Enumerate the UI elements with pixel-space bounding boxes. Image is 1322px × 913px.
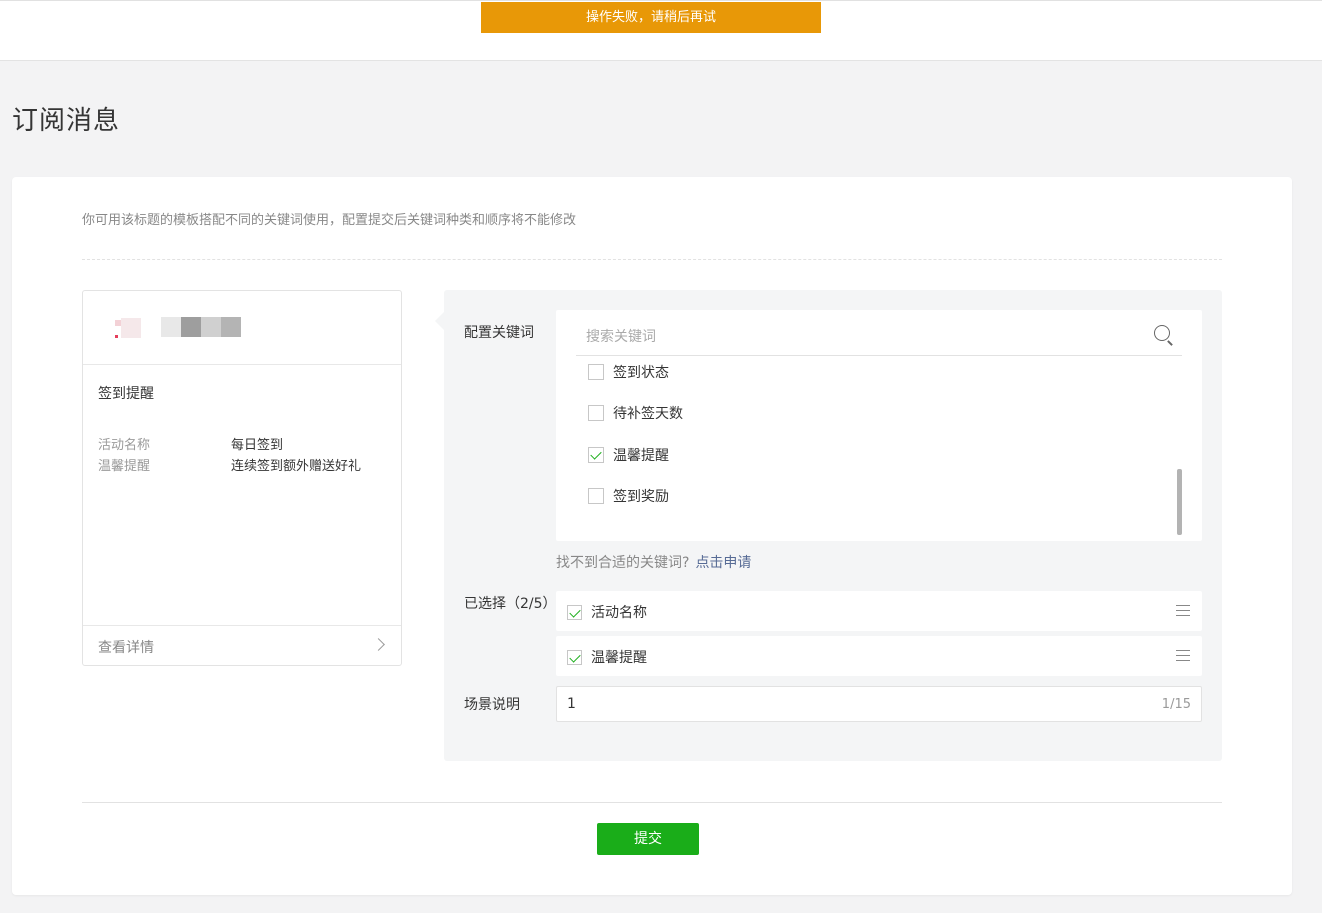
keyword-option-label: 签到奖励 — [613, 489, 669, 505]
panel-pointer — [435, 312, 444, 330]
view-details-label: 查看详情 — [98, 640, 154, 656]
scene-label: 场景说明 — [464, 697, 520, 713]
keyword-scrollbar[interactable] — [1177, 469, 1182, 535]
selected-checkbox[interactable] — [567, 604, 582, 620]
app-name-blurred — [161, 317, 241, 337]
search-icon[interactable] — [1154, 325, 1170, 341]
app-logo — [115, 316, 145, 340]
selected-keyword[interactable]: 活动名称 — [556, 591, 1202, 631]
preview-row: 活动名称 每日签到 — [98, 434, 283, 453]
main-card: 你可用该标题的模板搭配不同的关键词使用，配置提交后关键词种类和顺序将不能修改 签… — [12, 177, 1292, 895]
selected-keyword[interactable]: 温馨提醒 — [556, 636, 1202, 676]
keyword-option-label: 温馨提醒 — [613, 448, 669, 464]
scene-input-value: 1 — [567, 696, 576, 712]
drag-handle-icon[interactable] — [1176, 605, 1190, 616]
preview-header — [83, 291, 401, 365]
scene-char-count: 1/15 — [1161, 697, 1191, 712]
keyword-option-label: 签到状态 — [613, 365, 669, 381]
search-input[interactable]: 搜索关键词 — [586, 326, 656, 346]
keyword-apply-hint: 找不到合适的关键词? 点击申请 — [556, 552, 751, 572]
submit-button[interactable]: 提交 — [597, 823, 699, 855]
scene-input[interactable]: 1 1/15 — [556, 686, 1202, 722]
keyword-option[interactable]: 签到奖励 — [588, 486, 669, 506]
keyword-option[interactable]: 签到状态 — [588, 362, 669, 382]
view-details-link[interactable]: 查看详情 — [83, 625, 401, 665]
keyword-checkbox[interactable] — [588, 488, 604, 504]
keyword-search[interactable]: 搜索关键词 — [576, 310, 1182, 356]
keyword-picker: 搜索关键词 签到状态 待补签天数 温馨提醒 签到奖励 — [556, 310, 1202, 541]
keyword-option[interactable]: 温馨提醒 — [588, 445, 669, 465]
divider — [82, 802, 1222, 803]
page-title: 订阅消息 — [12, 106, 121, 136]
keyword-checkbox[interactable] — [588, 447, 604, 463]
selected-keyword-label: 活动名称 — [591, 605, 647, 621]
preview-title: 签到提醒 — [98, 386, 154, 402]
keyword-checkbox[interactable] — [588, 405, 604, 421]
config-panel: 配置关键词 搜索关键词 签到状态 待补签天数 温馨提醒 签到奖励 找不到合适的关… — [435, 290, 1222, 761]
selected-label: 已选择（2/5） — [464, 596, 557, 612]
top-bar: 操作失败，请稍后再试 — [0, 0, 1322, 61]
preview-row-key: 活动名称 — [98, 438, 151, 453]
chevron-right-icon — [372, 638, 385, 651]
keywords-label: 配置关键词 — [464, 325, 534, 341]
preview-row-key: 温馨提醒 — [98, 459, 151, 474]
preview-row-value: 每日签到 — [231, 438, 284, 453]
drag-handle-icon[interactable] — [1176, 650, 1190, 661]
divider — [82, 259, 1222, 260]
hint-text: 找不到合适的关键词? — [556, 555, 690, 571]
keyword-checkbox[interactable] — [588, 364, 604, 380]
config-tip: 你可用该标题的模板搭配不同的关键词使用，配置提交后关键词种类和顺序将不能修改 — [82, 213, 577, 228]
message-preview: 签到提醒 活动名称 每日签到 温馨提醒 连续签到额外赠送好礼 查看详情 — [82, 290, 402, 666]
keyword-option[interactable]: 待补签天数 — [588, 403, 683, 423]
preview-row: 温馨提醒 连续签到额外赠送好礼 — [98, 455, 361, 474]
keyword-option-label: 待补签天数 — [613, 406, 683, 422]
selected-keyword-label: 温馨提醒 — [591, 650, 647, 666]
error-toast: 操作失败，请稍后再试 — [481, 2, 821, 33]
selected-checkbox[interactable] — [567, 649, 582, 665]
apply-keyword-link[interactable]: 点击申请 — [695, 555, 751, 571]
preview-row-value: 连续签到额外赠送好礼 — [231, 459, 362, 474]
